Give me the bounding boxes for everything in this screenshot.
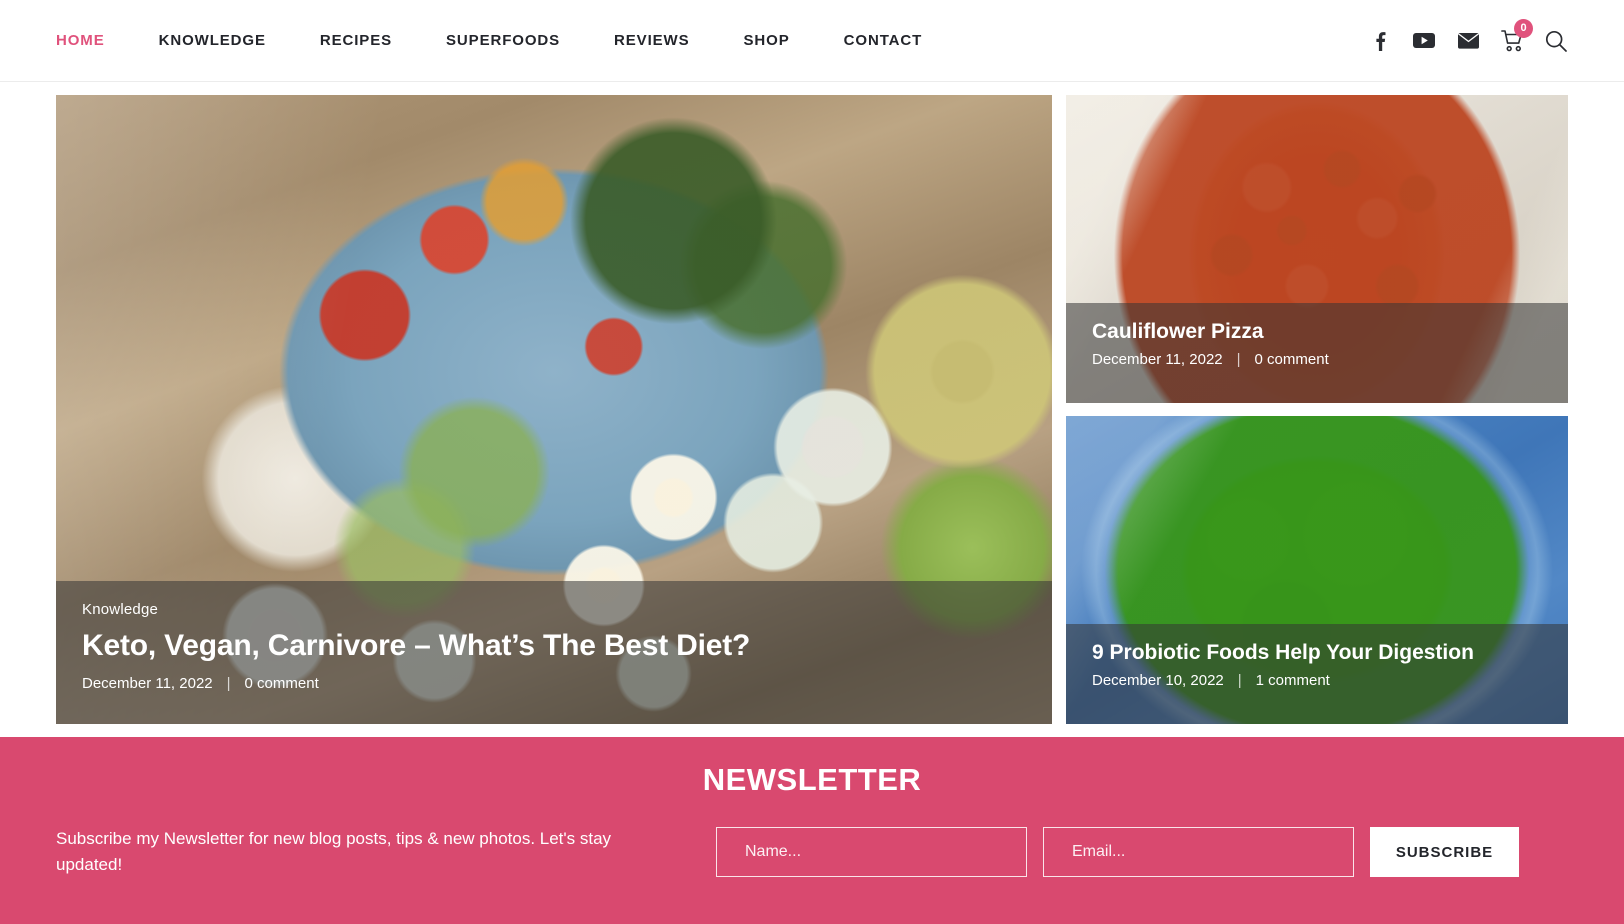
side-post-overlay-probiotic: 9 Probiotic Foods Help Your Digestion De… (1066, 624, 1568, 724)
side-post-date-pizza: December 11, 2022 (1092, 351, 1223, 369)
side-post-title-pizza[interactable]: Cauliflower Pizza (1092, 319, 1542, 344)
side-post-overlay-pizza: Cauliflower Pizza December 11, 2022 | 0 … (1066, 303, 1568, 403)
post-grid: Knowledge Keto, Vegan, Carnivore – What’… (0, 82, 1624, 724)
cart-icon[interactable]: 0 (1500, 18, 1533, 54)
nav-item-reviews[interactable]: REVIEWS (587, 32, 716, 49)
nav-item-contact[interactable]: CONTACT (817, 32, 950, 49)
search-icon[interactable] (1544, 28, 1568, 54)
side-post-card-probiotic[interactable]: 9 Probiotic Foods Help Your Digestion De… (1066, 416, 1568, 724)
facebook-icon[interactable] (1368, 28, 1392, 54)
nav-item-shop[interactable]: SHOP (717, 32, 817, 49)
side-post-card-pizza[interactable]: Cauliflower Pizza December 11, 2022 | 0 … (1066, 95, 1568, 403)
featured-post-comments[interactable]: 0 comment (245, 675, 319, 692)
featured-post-title[interactable]: Keto, Vegan, Carnivore – What’s The Best… (82, 628, 1026, 664)
nav-item-knowledge[interactable]: KNOWLEDGE (132, 32, 293, 49)
featured-post-date: December 11, 2022 (82, 675, 213, 692)
side-post-comments-pizza[interactable]: 0 comment (1255, 351, 1329, 368)
side-post-column: Cauliflower Pizza December 11, 2022 | 0 … (1066, 95, 1568, 724)
newsletter-section: NEWSLETTER Subscribe my Newsletter for n… (0, 737, 1624, 924)
nav-item-superfoods[interactable]: SUPERFOODS (419, 32, 587, 49)
featured-post-overlay: Knowledge Keto, Vegan, Carnivore – What’… (56, 581, 1052, 724)
newsletter-heading: NEWSLETTER (702, 762, 922, 797)
featured-post-card[interactable]: Knowledge Keto, Vegan, Carnivore – What’… (56, 95, 1052, 724)
site-header: HOME KNOWLEDGE RECIPES SUPERFOODS REVIEW… (0, 0, 1624, 82)
newsletter-name-input[interactable] (716, 827, 1027, 878)
newsletter-subscribe-button[interactable]: SUBSCRIBE (1370, 827, 1519, 878)
side-post-date-probiotic: December 10, 2022 (1092, 672, 1224, 690)
nav-item-recipes[interactable]: RECIPES (293, 32, 419, 49)
meta-separator: | (226, 675, 231, 692)
side-post-title-probiotic[interactable]: 9 Probiotic Foods Help Your Digestion (1092, 640, 1542, 665)
email-icon[interactable] (1456, 28, 1480, 54)
youtube-icon[interactable] (1412, 28, 1436, 54)
featured-post-category[interactable]: Knowledge (82, 601, 1026, 618)
main-navigation: HOME KNOWLEDGE RECIPES SUPERFOODS REVIEW… (56, 32, 949, 49)
featured-post-meta: December 11, 2022 | 0 comment (82, 675, 1026, 692)
nav-item-home[interactable]: HOME (56, 32, 132, 49)
side-post-meta-pizza: December 11, 2022 | 0 comment (1092, 351, 1542, 368)
meta-separator: | (1237, 672, 1242, 690)
newsletter-email-input[interactable] (1043, 827, 1354, 878)
side-post-meta-probiotic: December 10, 2022 | 1 comment (1092, 672, 1542, 689)
newsletter-description: Subscribe my Newsletter for new blog pos… (56, 829, 612, 875)
meta-separator: | (1236, 351, 1241, 369)
newsletter-form: SUBSCRIBE (716, 827, 1519, 878)
header-icon-group: 0 (1368, 18, 1568, 54)
side-post-comments-probiotic[interactable]: 1 comment (1256, 672, 1330, 689)
newsletter-row: Subscribe my Newsletter for new blog pos… (56, 826, 1568, 879)
cart-count-badge: 0 (1514, 18, 1533, 38)
